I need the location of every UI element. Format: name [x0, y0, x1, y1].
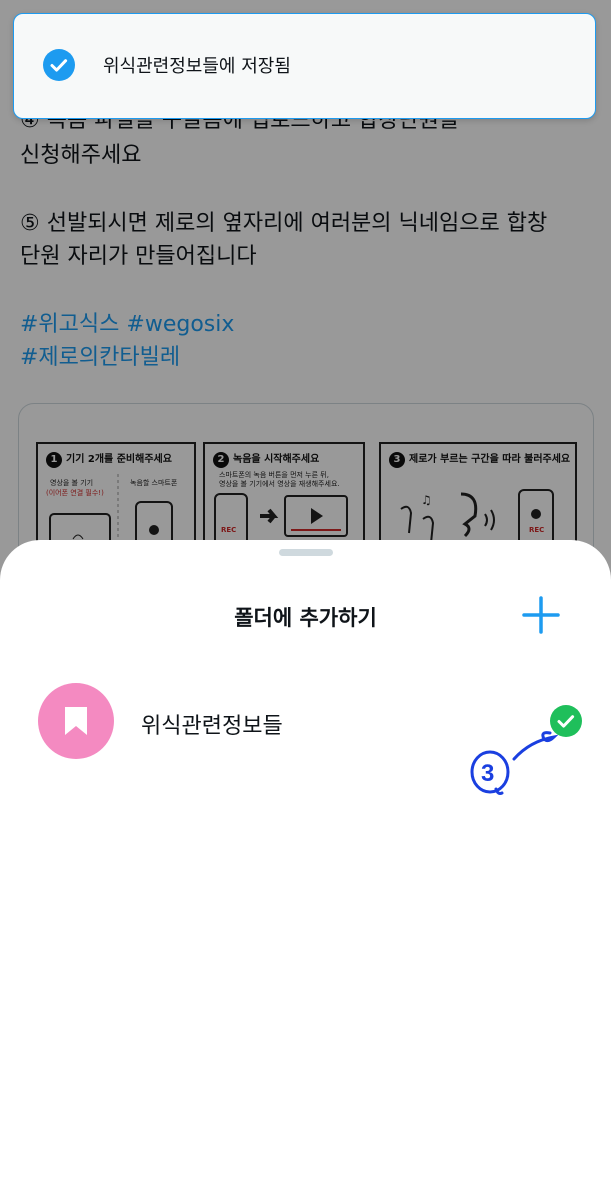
- handwritten-annotation: 3: [470, 731, 559, 795]
- check-circle-icon: [43, 49, 75, 81]
- saved-toast: 위식관련정보들에 저장됨: [13, 13, 596, 119]
- toast-message: 위식관련정보들에 저장됨: [103, 56, 291, 77]
- annotation-number: 3: [481, 760, 494, 787]
- folder-name: 위식관련정보들: [141, 714, 283, 739]
- add-to-folder-sheet: 폴더에 추가하기 위식관련정보들: [0, 540, 611, 1199]
- sheet-drag-handle[interactable]: [279, 549, 333, 556]
- plus-icon[interactable]: [520, 594, 562, 636]
- folder-avatar: [38, 683, 114, 759]
- bookmark-icon: [65, 707, 87, 735]
